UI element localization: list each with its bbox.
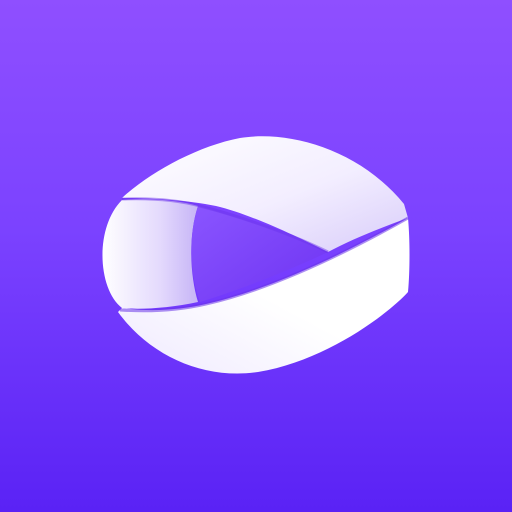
- app-icon-background: [0, 0, 512, 512]
- ribbon-left-panel: [102, 199, 198, 309]
- play-ribbon-logo-icon: [102, 136, 410, 374]
